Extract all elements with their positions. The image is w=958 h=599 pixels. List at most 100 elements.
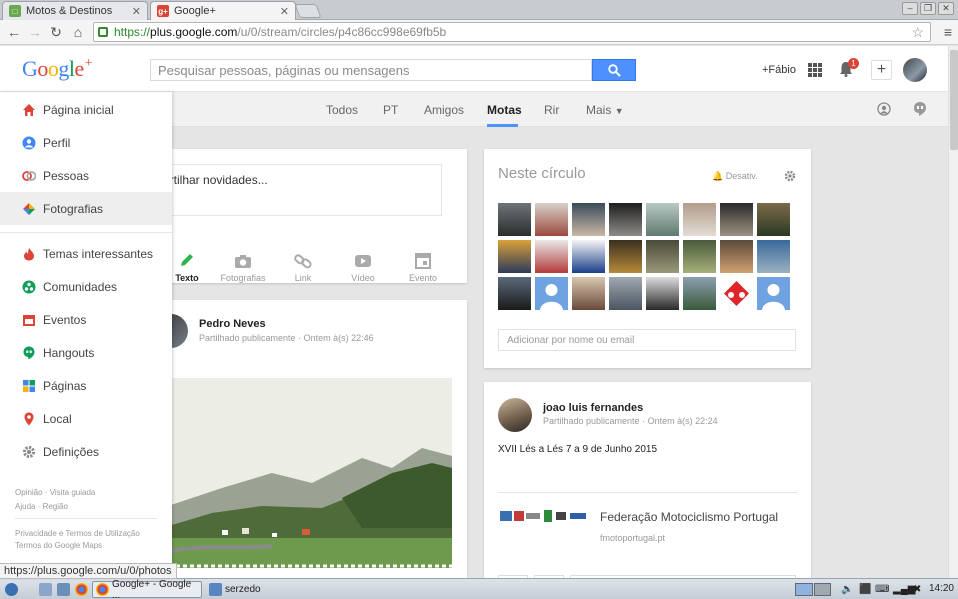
sidebar-item-home[interactable]: Página inicial (0, 93, 172, 126)
post-author-name[interactable]: joao luis fernandes (543, 402, 643, 414)
circle-member-avatar[interactable] (535, 240, 568, 273)
share-photos-button[interactable]: Fotografias (218, 253, 268, 283)
workspace-1[interactable] (795, 583, 813, 596)
search-input[interactable]: Pesquisar pessoas, páginas ou mensagens (150, 59, 592, 81)
tab-google-plus[interactable]: g+ Google+ ✕ (150, 1, 296, 20)
circle-member-avatar[interactable] (535, 203, 568, 236)
sidebar-item-communities[interactable]: Comunidades (0, 270, 172, 303)
circle-member-avatar[interactable] (646, 240, 679, 273)
account-avatar[interactable] (903, 58, 927, 82)
circle-member-avatar[interactable] (757, 277, 790, 310)
circle-member-avatar[interactable] (683, 277, 716, 310)
circle-member-avatar[interactable] (498, 277, 531, 310)
start-menu-button[interactable] (2, 581, 24, 598)
post-author-name[interactable]: Pedro Neves (199, 318, 266, 330)
footer-link-help[interactable]: Ajuda (15, 502, 35, 511)
sidebar-item-local[interactable]: Local (0, 402, 172, 435)
sidebar-item-photos[interactable]: Fotografias (0, 192, 172, 225)
share-event-button[interactable]: Evento (398, 253, 448, 283)
sidebar-item-trending[interactable]: Temas interessantes (0, 237, 172, 270)
circle-member-avatar[interactable] (609, 277, 642, 310)
sidebar-item-people[interactable]: Pessoas (0, 159, 172, 192)
post-visibility[interactable]: Partilhado publicamente (543, 416, 640, 426)
reload-icon[interactable]: ↻ (48, 24, 64, 40)
tab-motos-destinos[interactable]: □ Motos & Destinos ✕ (2, 1, 148, 20)
circle-member-avatar[interactable] (572, 240, 605, 273)
gear-icon[interactable] (784, 170, 796, 182)
circle-member-avatar[interactable] (683, 240, 716, 273)
post-time[interactable]: Ontem à(s) 22:24 (648, 416, 718, 426)
sidebar-item-settings[interactable]: Definições (0, 435, 172, 468)
post-photo[interactable] (172, 378, 452, 568)
forward-arrow-icon[interactable]: → (27, 24, 43, 40)
page-scrollbar[interactable] (948, 46, 958, 578)
stream-tab-motas[interactable]: Motas (487, 103, 522, 117)
manage-circles-icon[interactable] (876, 101, 892, 117)
circle-member-avatar[interactable] (683, 203, 716, 236)
circle-member-avatar[interactable] (757, 240, 790, 273)
google-plus-logo[interactable]: Google+ (22, 56, 93, 82)
close-tab-icon[interactable]: ✕ (132, 5, 141, 18)
scrollbar-thumb[interactable] (950, 50, 958, 150)
footer-link-feedback[interactable]: Opinião (15, 488, 43, 497)
footer-link-privacy[interactable]: Privacidade e Termos de Utilização (15, 529, 140, 538)
circle-member-avatar[interactable] (720, 277, 753, 310)
share-text-button[interactable]: Texto (172, 253, 212, 283)
tray-app-icon[interactable]: ✖ (910, 581, 924, 598)
search-button[interactable] (592, 59, 636, 81)
circle-member-avatar[interactable] (646, 203, 679, 236)
sidebar-item-pages[interactable]: Páginas (0, 369, 172, 402)
footer-link-region[interactable]: Região (43, 502, 68, 511)
new-tab-button[interactable] (294, 4, 322, 18)
address-bar[interactable]: https://plus.google.com/u/0/stream/circl… (93, 22, 931, 42)
apps-grid-icon[interactable] (808, 63, 822, 77)
post-visibility[interactable]: Partilhado publicamente (199, 333, 296, 343)
volume-icon[interactable]: 🔈 (838, 581, 856, 598)
circle-member-avatar[interactable] (498, 240, 531, 273)
circle-member-avatar[interactable] (646, 277, 679, 310)
hangouts-icon[interactable] (912, 101, 928, 117)
circle-member-avatar[interactable] (535, 277, 568, 310)
footer-link-maps-terms[interactable]: Termos do Google Maps (15, 541, 102, 550)
taskbar-window-googleplus[interactable]: Google+ - Google ... (92, 579, 202, 599)
footer-link-tour[interactable]: Visita guiada (50, 488, 96, 497)
author-avatar[interactable] (172, 314, 188, 348)
user-profile-link[interactable]: +Fábio (762, 64, 796, 76)
link-preview-title[interactable]: Federação Motociclismo Portugal (600, 510, 778, 524)
bookmark-star-icon[interactable]: ☆ (911, 24, 924, 41)
circle-member-avatar[interactable] (609, 240, 642, 273)
sidebar-item-hangouts[interactable]: Hangouts (0, 336, 172, 369)
link-preview-host[interactable]: fmotoportugal.pt (600, 533, 665, 543)
notifications-toggle[interactable]: 🔔 Desativ. (712, 171, 758, 182)
post-time[interactable]: Ontem à(s) 22:46 (304, 333, 374, 343)
stream-tab-mais[interactable]: Mais ▼ (586, 103, 624, 117)
workspace-2[interactable] (813, 583, 831, 596)
stream-tab-amigos[interactable]: Amigos (424, 103, 464, 117)
add-person-input[interactable]: Adicionar por nome ou email (498, 329, 796, 351)
circle-member-avatar[interactable] (720, 203, 753, 236)
browser-menu-icon[interactable]: ≡ (944, 24, 952, 40)
workspace-switcher[interactable] (792, 581, 834, 598)
circle-member-avatar[interactable] (572, 203, 605, 236)
restore-button[interactable]: ❐ (920, 2, 936, 15)
minimize-button[interactable]: – (902, 2, 918, 15)
circle-member-avatar[interactable] (572, 277, 605, 310)
close-window-button[interactable]: ✕ (938, 2, 954, 15)
taskbar-window-serzedo[interactable]: serzedo (206, 581, 286, 598)
back-arrow-icon[interactable]: ← (6, 24, 22, 40)
sidebar-item-events[interactable]: Eventos (0, 303, 172, 336)
stream-tab-rir[interactable]: Rir (544, 103, 559, 117)
quicklaunch-chrome[interactable] (72, 581, 94, 598)
circle-member-avatar[interactable] (757, 203, 790, 236)
share-link-button[interactable]: Link (278, 253, 328, 283)
sidebar-item-profile[interactable]: Perfil (0, 126, 172, 159)
home-icon[interactable]: ⌂ (70, 24, 86, 40)
share-plus-button[interactable]: + (871, 60, 892, 80)
sponsor-logos-thumbnail[interactable] (498, 507, 590, 525)
circle-member-avatar[interactable] (498, 203, 531, 236)
author-avatar[interactable] (498, 398, 532, 432)
stream-tab-pt[interactable]: PT (383, 103, 398, 117)
circle-member-avatar[interactable] (609, 203, 642, 236)
close-tab-icon[interactable]: ✕ (280, 5, 289, 18)
circle-member-avatar[interactable] (720, 240, 753, 273)
